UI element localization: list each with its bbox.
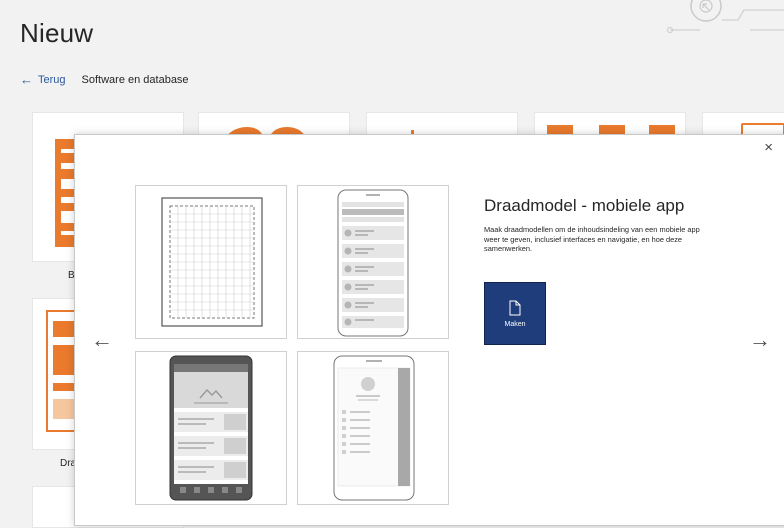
wireframe-phone-media-thumbnail (169, 355, 253, 501)
back-arrow-icon: ← (20, 72, 33, 87)
create-button[interactable]: Maken (484, 282, 546, 345)
preview-thumbnail-2[interactable] (297, 185, 449, 339)
preview-thumbnail-1[interactable] (135, 185, 287, 339)
preview-thumbnail-3[interactable] (135, 351, 287, 505)
template-preview-dialog: × ← → Draadmodel - mobiele app Maak draa… (74, 134, 784, 526)
next-arrow-icon[interactable]: → (749, 327, 771, 353)
template-description: Maak draadmodellen om de inhoudsindeling… (484, 225, 700, 254)
create-button-label: Maken (504, 320, 526, 328)
back-link[interactable]: ← Terug (20, 72, 66, 87)
decorative-circuit-graphic (667, 0, 784, 33)
breadcrumb-current: Software en database (81, 73, 189, 86)
prev-arrow-icon[interactable]: ← (91, 327, 113, 353)
preview-thumbnail-4[interactable] (297, 351, 449, 505)
template-title: Draadmodel - mobiele app (484, 196, 685, 215)
close-icon[interactable]: × (764, 139, 773, 156)
page-title: Nieuw (20, 18, 94, 48)
back-label: Terug (38, 73, 66, 86)
wireframe-grid-thumbnail (161, 197, 263, 327)
wireframe-phone-list-thumbnail (337, 189, 409, 337)
document-icon (509, 300, 521, 315)
breadcrumb: ← Terug Software en database (20, 72, 189, 87)
wireframe-phone-profile-thumbnail (333, 355, 415, 501)
